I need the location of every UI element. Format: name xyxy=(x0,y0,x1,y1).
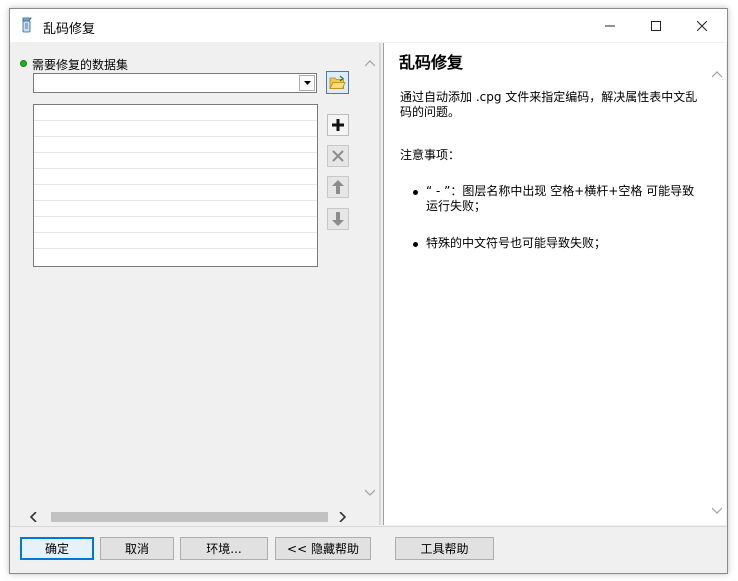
tool-dialog-window: 乱码修复 需要修复的数据集 乱码修复 通过自动添加 .cpg 文件来指定编码，解… xyxy=(9,8,728,574)
help-title: 乱码修复 xyxy=(399,53,464,72)
list-item[interactable] xyxy=(34,233,317,249)
combo-dropdown-button[interactable] xyxy=(299,75,315,91)
window-title: 乱码修复 xyxy=(43,22,96,37)
tool-script-icon xyxy=(19,17,35,34)
dataset-combo[interactable] xyxy=(33,73,317,93)
maximize-button[interactable] xyxy=(633,9,679,42)
add-row-button[interactable] xyxy=(327,114,349,136)
pane-splitter[interactable] xyxy=(379,43,381,525)
help-description: 通过自动添加 .cpg 文件来指定编码，解决属性表中文乱码的问题。 xyxy=(400,90,698,119)
list-item[interactable] xyxy=(34,137,317,153)
chevron-down-icon xyxy=(712,507,722,514)
list-item[interactable] xyxy=(34,169,317,185)
dataset-list[interactable] xyxy=(33,104,318,267)
arrow-up-icon xyxy=(332,180,344,194)
hide-help-button[interactable]: << 隐藏帮助 xyxy=(275,537,371,560)
cancel-button[interactable]: 取消 xyxy=(100,537,174,560)
chevron-right-icon[interactable] xyxy=(339,512,346,522)
required-indicator-icon xyxy=(20,60,27,67)
note-item: “ - ”：图层名称中出现 空格+横杆+空格 可能导致运行失败； xyxy=(426,184,695,213)
x-icon xyxy=(332,150,344,162)
parameters-pane: 需要修复的数据集 xyxy=(14,43,378,525)
list-item[interactable] xyxy=(34,217,317,233)
note-item: 特殊的中文符号也可能导致失败； xyxy=(426,236,607,250)
minimize-button[interactable] xyxy=(587,9,633,42)
list-item[interactable] xyxy=(34,185,317,201)
list-item[interactable] xyxy=(34,121,317,137)
notes-title: 注意事项： xyxy=(400,148,461,162)
list-item[interactable] xyxy=(34,153,317,169)
move-up-button[interactable] xyxy=(327,176,349,198)
title-bar[interactable]: 乱码修复 xyxy=(10,9,727,42)
chevron-left-icon[interactable] xyxy=(30,512,37,522)
chevron-down-icon xyxy=(303,81,311,85)
bullet-icon xyxy=(413,242,418,247)
minimize-icon xyxy=(605,25,615,26)
list-item[interactable] xyxy=(34,105,317,121)
scrollbar-thumb[interactable] xyxy=(51,512,328,522)
move-down-button[interactable] xyxy=(327,208,349,230)
environments-button[interactable]: 环境... xyxy=(180,537,268,560)
help-pane: 乱码修复 通过自动添加 .cpg 文件来指定编码，解决属性表中文乱码的问题。 注… xyxy=(383,43,726,525)
dialog-button-bar: 确定 取消 环境... << 隐藏帮助 工具帮助 xyxy=(10,526,727,573)
chevron-up-icon xyxy=(712,71,722,78)
help-vertical-scrollbar[interactable] xyxy=(709,43,725,525)
tool-help-button[interactable]: 工具帮助 xyxy=(395,537,494,560)
ok-button[interactable]: 确定 xyxy=(20,537,94,560)
maximize-icon xyxy=(651,20,661,31)
left-vertical-scrollbar[interactable] xyxy=(362,43,378,505)
remove-row-button[interactable] xyxy=(327,145,349,167)
open-folder-icon xyxy=(329,75,346,89)
browse-button[interactable] xyxy=(326,71,349,94)
close-button[interactable] xyxy=(679,9,725,42)
close-icon xyxy=(697,20,707,31)
arrow-down-icon xyxy=(332,212,344,226)
bullet-icon xyxy=(413,190,418,195)
horizontal-scrollbar[interactable] xyxy=(24,509,354,525)
list-item[interactable] xyxy=(34,201,317,217)
chevron-up-icon xyxy=(365,60,375,67)
chevron-down-icon xyxy=(365,489,375,496)
dataset-label: 需要修复的数据集 xyxy=(32,58,129,72)
plus-icon xyxy=(332,119,344,131)
